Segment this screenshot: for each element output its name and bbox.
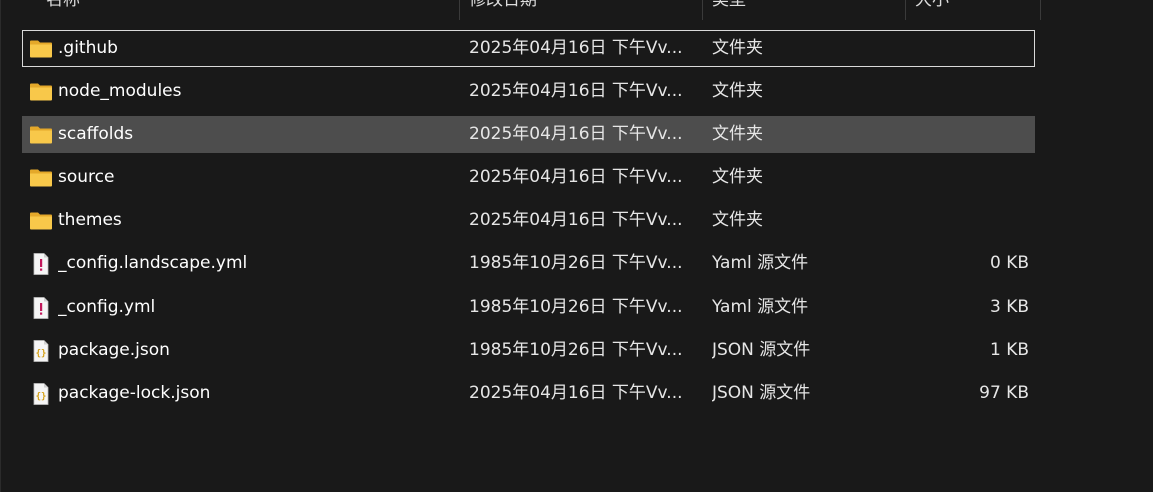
file-date: 2025年04月16日 下午Vv... [469, 81, 683, 102]
column-divider[interactable] [459, 0, 460, 20]
file-size [903, 117, 1029, 152]
file-list: .github 2025年04月16日 下午Vv... 文件夹 node_module… [22, 30, 1035, 418]
svg-text:{}: {} [36, 392, 47, 402]
file-row[interactable]: themes 2025年04月16日 下午Vv... 文件夹 [22, 202, 1035, 239]
column-header-size[interactable]: 大小 [915, 0, 1035, 20]
file-date: 2025年04月16日 下午Vv... [469, 210, 683, 231]
window-edge [0, 0, 1, 492]
file-name: .github [58, 38, 118, 58]
file-size [903, 203, 1029, 238]
file-type: 文件夹 [712, 124, 763, 145]
file-name: themes [58, 210, 122, 231]
file-name: scaffolds [58, 124, 134, 145]
file-type: JSON 源文件 [712, 382, 811, 403]
file-date: 2025年04月16日 下午Vv... [469, 382, 683, 403]
file-row[interactable]: .github 2025年04月16日 下午Vv... 文件夹 [22, 30, 1035, 67]
file-type: 文件夹 [712, 81, 763, 102]
file-size: 3 KB [989, 296, 1029, 317]
file-size: 97 KB [979, 382, 1029, 403]
file-date: 2025年04月16日 下午Vv... [469, 124, 683, 145]
file-name: _config.landscape.yml [58, 253, 248, 274]
file-row[interactable]: scaffolds 2025年04月16日 下午Vv... 文件夹 [22, 116, 1035, 154]
file-name: node_modules [58, 81, 182, 102]
folder-icon [29, 37, 53, 61]
file-date: 1985年10月26日 下午Vv... [469, 296, 683, 317]
file-date: 2025年04月16日 下午Vv... [469, 38, 683, 58]
file-row[interactable]: source 2025年04月16日 下午Vv... 文件夹 [22, 159, 1035, 196]
file-row[interactable]: {} package-lock.json 2025年04月16日 下午Vv... JS… [22, 375, 1035, 412]
yaml-file-icon [29, 296, 53, 320]
file-name: source [58, 167, 115, 188]
svg-text:{}: {} [36, 349, 47, 359]
file-size: 1 KB [989, 339, 1029, 360]
column-divider[interactable] [702, 0, 703, 20]
file-date: 2025年04月16日 下午Vv... [469, 167, 683, 188]
file-type: 文件夹 [712, 210, 763, 231]
folder-icon [29, 209, 53, 233]
file-size [903, 160, 1029, 195]
column-header-name[interactable]: 名称 [46, 0, 446, 20]
column-divider[interactable] [1040, 0, 1041, 20]
folder-icon [29, 80, 53, 104]
column-header-date[interactable]: 修改日期 [469, 0, 694, 20]
json-file-icon: {} [29, 382, 53, 406]
file-name: package.json [58, 339, 170, 360]
file-type: Yaml 源文件 [712, 253, 809, 274]
file-row[interactable]: _config.landscape.yml 1985年10月26日 下午Vv...… [22, 245, 1035, 282]
file-type: 文件夹 [712, 167, 763, 188]
column-header-type[interactable]: 类型 [712, 0, 897, 20]
file-size [903, 74, 1029, 109]
file-size: 0 KB [989, 253, 1029, 274]
file-row[interactable]: {} package.json 1985年10月26日 下午Vv... JSON 源文… [22, 332, 1035, 369]
json-file-icon: {} [29, 339, 53, 363]
column-divider[interactable] [905, 0, 906, 20]
file-date: 1985年10月26日 下午Vv... [469, 253, 683, 274]
file-explorer-window: 名称 修改日期 类型 大小 .github 2025年04月16日 下午Vv...… [0, 0, 1153, 492]
file-row[interactable]: node_modules 2025年04月16日 下午Vv... 文件夹 [22, 73, 1035, 110]
yaml-file-icon [29, 252, 53, 276]
file-date: 1985年10月26日 下午Vv... [469, 339, 683, 360]
folder-icon [29, 166, 53, 190]
folder-icon [29, 123, 53, 147]
file-name: _config.yml [58, 296, 156, 317]
file-type: JSON 源文件 [712, 339, 811, 360]
file-type: 文件夹 [712, 38, 763, 58]
file-row[interactable]: _config.yml 1985年10月26日 下午Vv... Yaml 源文件 3 … [22, 289, 1035, 326]
file-name: package-lock.json [58, 382, 211, 403]
column-header-bar: 名称 修改日期 类型 大小 [0, 0, 1153, 20]
file-type: Yaml 源文件 [712, 296, 809, 317]
file-size [903, 31, 1029, 66]
